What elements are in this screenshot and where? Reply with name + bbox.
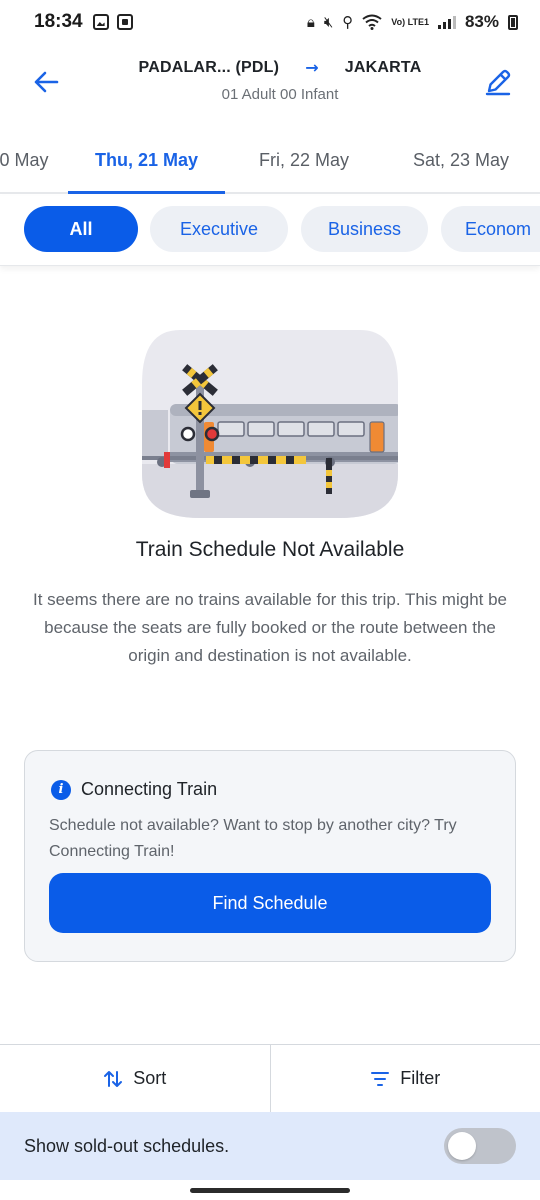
pencil-icon [485, 69, 511, 96]
toggle-knob [448, 1132, 476, 1160]
filter-icon [371, 1071, 390, 1086]
chip-business[interactable]: Business [301, 206, 428, 252]
tab-date-label: Thu, 21 May [94, 150, 199, 170]
card-description: Schedule not available? Want to stop by … [49, 817, 457, 860]
lock-icon: 🔒︎ [306, 13, 315, 31]
find-schedule-button[interactable]: Find Schedule [49, 873, 491, 933]
tab-date-prev[interactable]: 0 May [0, 134, 54, 192]
tab-date-label: 0 May [0, 150, 49, 170]
network-type: Vo) LTE1 [391, 16, 429, 27]
status-time: 18:34 [34, 11, 83, 32]
wifi-icon [362, 14, 382, 30]
notification-icons [92, 14, 133, 30]
destination-station: JAKARTA [344, 58, 422, 76]
chip-executive[interactable]: Executive [150, 206, 288, 252]
tab-date-label: Fri, 22 May [258, 150, 350, 170]
sold-out-toggle[interactable] [444, 1128, 516, 1164]
sold-out-label: Show sold-out schedules. [24, 1135, 230, 1156]
train-unavailable-illustration [142, 330, 398, 518]
active-tab-indicator [68, 191, 225, 194]
card-title: Connecting Train [81, 779, 218, 799]
class-filter-bar: All Executive Business Econom [0, 196, 540, 266]
gallery-notification-icon [92, 14, 109, 30]
sort-label: Sort [133, 1068, 167, 1088]
arrow-left-icon [34, 71, 59, 93]
back-button[interactable] [30, 66, 62, 98]
tab-date-label: Sat, 23 May [412, 150, 510, 170]
passenger-count: 01 Adult 00 Infant [221, 86, 339, 103]
app-notification-icon [116, 14, 133, 30]
empty-state-description: It seems there are no trains available f… [32, 590, 508, 665]
status-bar: 18:34 🔒︎ 🔇︎ ⚲ Vo) LTE1 83% [0, 0, 540, 44]
sort-filter-bar: Sort Filter [0, 1044, 540, 1112]
filter-button[interactable]: Filter [269, 1045, 540, 1112]
card-header: i Connecting Train [51, 779, 217, 800]
system-icons: 🔒︎ 🔇︎ ⚲ Vo) LTE1 83% [307, 12, 518, 32]
home-indicator[interactable] [190, 1188, 350, 1193]
battery-percent: 83% [464, 12, 499, 31]
battery-icon [508, 14, 518, 30]
trip-header: PADALAR... (PDL) → JAKARTA 01 Adult 00 I… [0, 44, 540, 124]
chip-all[interactable]: All [24, 206, 138, 252]
arrow-right-icon: → [305, 58, 319, 77]
filter-label: Filter [400, 1068, 441, 1088]
mute-icon: 🔇︎ [323, 13, 334, 31]
info-icon: i [51, 779, 71, 800]
sold-out-row: Show sold-out schedules. [0, 1112, 540, 1180]
tab-date-next[interactable]: Fri, 22 May [226, 134, 382, 192]
origin-station: PADALAR... (PDL) [138, 58, 280, 76]
sort-icon [104, 1070, 123, 1087]
tab-date-selected[interactable]: Thu, 21 May [68, 134, 225, 194]
empty-state-title: Train Schedule Not Available [135, 538, 405, 561]
route-summary: PADALAR... (PDL) → JAKARTA 01 Adult 00 I… [130, 58, 430, 103]
navigation-bar [0, 1180, 540, 1200]
date-tabs: 0 May Thu, 21 May Fri, 22 May Sat, 23 Ma… [0, 134, 540, 194]
edit-search-button[interactable] [480, 64, 516, 100]
connecting-train-card: i Connecting Train Schedule not availabl… [24, 750, 516, 962]
chip-economy[interactable]: Econom [441, 206, 540, 252]
tab-date-next-2[interactable]: Sat, 23 May [383, 134, 539, 192]
sort-button[interactable]: Sort [0, 1045, 270, 1112]
signal-icon [437, 15, 456, 29]
location-icon: ⚲ [342, 13, 354, 31]
